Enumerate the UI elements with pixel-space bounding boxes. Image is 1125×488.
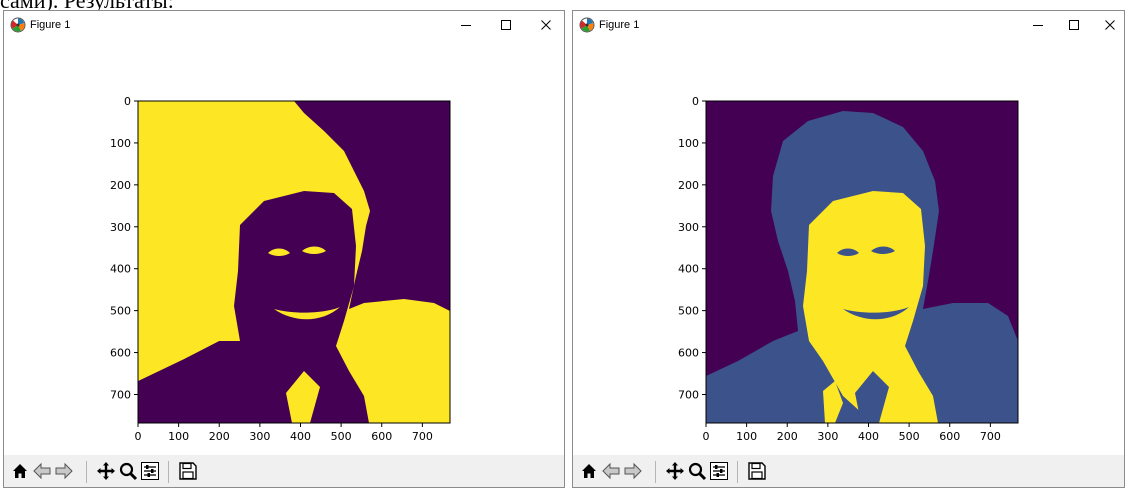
zoom-icon[interactable] bbox=[687, 461, 707, 481]
x-tick-label: 700 bbox=[412, 430, 433, 443]
subplots-icon[interactable] bbox=[709, 461, 729, 481]
x-axis: 0 100 200 300 400 500 600 700 bbox=[135, 423, 433, 443]
forward-icon[interactable] bbox=[623, 461, 643, 481]
x-axis: 0 100 200 300 400 500 600 700 bbox=[703, 423, 1001, 443]
window-title: Figure 1 bbox=[599, 19, 640, 31]
x-tick-label: 700 bbox=[980, 430, 1001, 443]
y-tick-label: 400 bbox=[678, 263, 699, 276]
matplotlib-icon bbox=[579, 17, 595, 33]
minimize-icon bbox=[461, 25, 471, 26]
y-tick-label: 300 bbox=[678, 221, 699, 234]
y-axis: 0 100 200 300 400 500 600 700 bbox=[110, 95, 138, 401]
y-tick-label: 200 bbox=[110, 179, 131, 192]
x-tick-label: 300 bbox=[249, 430, 270, 443]
y-tick-label: 500 bbox=[678, 305, 699, 318]
maximize-icon bbox=[1069, 20, 1079, 30]
y-tick-label: 700 bbox=[678, 388, 699, 401]
x-tick-label: 400 bbox=[858, 430, 879, 443]
plot-canvas[interactable]: 0 100 200 300 400 500 600 700 0 100 200 300 400 500 6… bbox=[4, 41, 564, 451]
toolbar-separator bbox=[86, 461, 87, 483]
close-button[interactable] bbox=[1090, 11, 1124, 39]
close-icon bbox=[541, 20, 551, 30]
y-tick-label: 700 bbox=[110, 388, 131, 401]
title-bar[interactable]: Figure 1 bbox=[4, 11, 564, 41]
x-tick-label: 100 bbox=[168, 430, 189, 443]
maximize-icon bbox=[501, 20, 511, 30]
figure-window-left: Figure 1 0 100 200 300 400 500 600 700 0… bbox=[3, 10, 565, 488]
y-tick-label: 200 bbox=[678, 179, 699, 192]
home-icon[interactable] bbox=[10, 461, 30, 481]
x-tick-label: 300 bbox=[817, 430, 838, 443]
subplots-icon[interactable] bbox=[140, 461, 160, 481]
x-tick-label: 400 bbox=[290, 430, 311, 443]
minimize-button[interactable] bbox=[446, 11, 486, 39]
x-tick-label: 500 bbox=[899, 430, 920, 443]
zoom-icon[interactable] bbox=[118, 461, 138, 481]
y-tick-label: 400 bbox=[110, 263, 131, 276]
title-bar[interactable]: Figure 1 bbox=[573, 11, 1124, 41]
y-tick-label: 0 bbox=[692, 95, 699, 108]
y-tick-label: 600 bbox=[110, 347, 131, 360]
maximize-button[interactable] bbox=[486, 11, 526, 39]
x-tick-label: 100 bbox=[736, 430, 757, 443]
forward-icon[interactable] bbox=[54, 461, 74, 481]
x-tick-label: 600 bbox=[371, 430, 392, 443]
toolbar-separator bbox=[737, 461, 738, 483]
x-tick-label: 200 bbox=[209, 430, 230, 443]
pan-icon[interactable] bbox=[665, 461, 685, 481]
x-tick-label: 500 bbox=[331, 430, 352, 443]
back-icon[interactable] bbox=[32, 461, 52, 481]
figure-window-right: Figure 1 0 100 200 300 400 500 600 700 0 100 200 3… bbox=[572, 10, 1125, 488]
home-icon[interactable] bbox=[579, 461, 599, 481]
back-icon[interactable] bbox=[601, 461, 621, 481]
pan-icon[interactable] bbox=[96, 461, 116, 481]
y-axis: 0 100 200 300 400 500 600 700 bbox=[678, 95, 706, 401]
y-tick-label: 0 bbox=[124, 95, 131, 108]
save-icon[interactable] bbox=[178, 461, 198, 481]
x-tick-label: 0 bbox=[703, 430, 710, 443]
image-left bbox=[138, 101, 450, 423]
window-title: Figure 1 bbox=[30, 19, 71, 31]
plot-canvas[interactable]: 0 100 200 300 400 500 600 700 0 100 200 300 400 500 6… bbox=[573, 41, 1125, 451]
minimize-button[interactable] bbox=[1018, 11, 1058, 39]
y-tick-label: 500 bbox=[110, 305, 131, 318]
y-tick-label: 600 bbox=[678, 347, 699, 360]
save-icon[interactable] bbox=[747, 461, 767, 481]
x-tick-label: 600 bbox=[939, 430, 960, 443]
toolbar-separator bbox=[168, 461, 169, 483]
toolbar-separator bbox=[655, 461, 656, 483]
close-icon bbox=[1105, 20, 1115, 30]
close-button[interactable] bbox=[526, 11, 564, 39]
maximize-button[interactable] bbox=[1054, 11, 1094, 39]
matplotlib-icon bbox=[10, 17, 26, 33]
x-tick-label: 200 bbox=[777, 430, 798, 443]
navigation-toolbar bbox=[4, 455, 564, 487]
y-tick-label: 300 bbox=[110, 221, 131, 234]
image-right bbox=[706, 101, 1018, 423]
minimize-icon bbox=[1033, 25, 1043, 26]
y-tick-label: 100 bbox=[678, 137, 699, 150]
navigation-toolbar bbox=[573, 455, 1124, 487]
x-tick-label: 0 bbox=[135, 430, 142, 443]
y-tick-label: 100 bbox=[110, 137, 131, 150]
